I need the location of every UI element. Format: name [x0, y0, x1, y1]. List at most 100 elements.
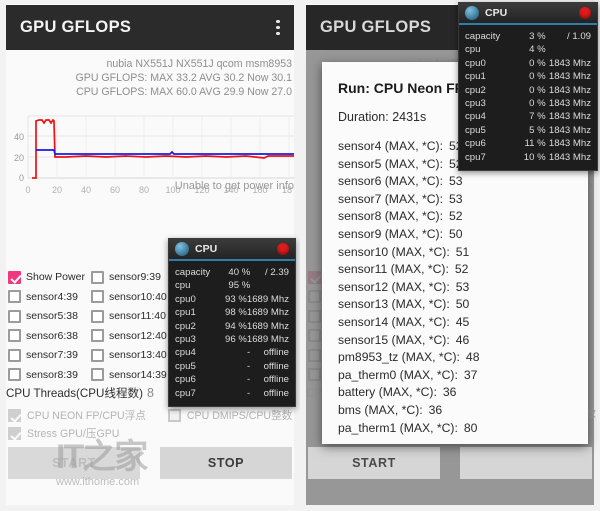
- checkbox-sensor4[interactable]: sensor4:39: [8, 288, 85, 307]
- checkbox-label: Show Power: [26, 271, 85, 284]
- ytick-40: 40: [14, 132, 24, 142]
- checkbox-box-icon[interactable]: [8, 290, 21, 304]
- sensor-result-row: sensor12 (MAX, *C): 53: [338, 279, 574, 297]
- checkbox-label: sensor13:40: [108, 349, 167, 362]
- checkbox-sensor6[interactable]: sensor6:38: [8, 327, 85, 346]
- screenshot-root: GPU GFLOPS nubia NX551J NX551J qcom msm8…: [0, 0, 600, 511]
- checkbox-box-icon[interactable]: [8, 270, 21, 284]
- checkbox-sensor9[interactable]: sensor9:39: [90, 268, 167, 287]
- cpu-monitor-icon: [175, 242, 189, 256]
- cpu-row-name: cpu3: [465, 98, 486, 110]
- cpu-row-value: -: [247, 360, 251, 372]
- start-button[interactable]: START: [308, 447, 440, 479]
- sensor-result-value: 46: [455, 332, 470, 347]
- cpu-row-freq: 1689 Mhz: [246, 320, 289, 332]
- start-button[interactable]: START: [8, 447, 140, 479]
- sensor-result-row: pm8953_tz (MAX, *C): 48: [338, 349, 574, 367]
- checkbox-box-icon[interactable]: [90, 348, 104, 362]
- cpu-row-name: capacity: [465, 31, 501, 42]
- chart-gridlines: [27, 115, 294, 179]
- checkbox-sensor8[interactable]: sensor8:39: [8, 366, 85, 385]
- xtick-20: 20: [52, 185, 62, 195]
- checkbox-box-icon[interactable]: [8, 329, 21, 343]
- cpu-row-value: 0 %: [529, 84, 546, 96]
- record-dot-icon[interactable]: [579, 7, 591, 19]
- checkbox-label: sensor12:40: [108, 329, 167, 342]
- cpu-overlay-rows: capacity 3 %/ 1.09 cpu 4 % cpu0 0 % 1843 Mhz…: [459, 25, 597, 170]
- cpu-row-value: 10 %: [523, 151, 546, 163]
- show-max-temp-button[interactable]: 显示最高温度: [460, 447, 592, 479]
- checkbox-sensor14[interactable]: sensor14:39: [90, 366, 167, 385]
- sensor-checkbox-grid: Show Power sensor4:39 sensor5:38 sensor6…: [8, 268, 188, 384]
- cpu-row: cpu3 96 % 1689 Mhz: [175, 333, 289, 346]
- checkbox-sensor11[interactable]: sensor11:40: [90, 307, 167, 326]
- sensor-result-label: sensor11 (MAX, *C):: [338, 262, 449, 277]
- checkbox-box-icon[interactable]: [90, 309, 104, 323]
- option-label: CPU NEON FP/CPU浮点: [27, 410, 146, 422]
- sensor-checkbox-column-2: sensor9:39 sensor10:40 sensor11:40 senso…: [90, 268, 167, 385]
- checkbox-sensor7[interactable]: sensor7:39: [8, 346, 85, 365]
- sensor-result-value: 52: [454, 262, 469, 277]
- option-stress-gpu[interactable]: Stress GPU/压GPU: [8, 426, 119, 441]
- checkbox-box-icon[interactable]: [90, 368, 104, 382]
- cpu-monitor-overlay-left[interactable]: CPU capacity 40 %/ 2.39 cpu 95 % cpu0 93 % 1…: [168, 238, 296, 408]
- cpu-row-value: 93 %: [224, 293, 247, 305]
- gpu-gflops-line: GPU GFLOPS: MAX 33.2 AVG 30.2 Now 30.1: [75, 72, 292, 85]
- sensor-result-label: pa_therm0 (MAX, *C):: [338, 367, 458, 382]
- checkbox-show-power[interactable]: Show Power: [8, 268, 85, 287]
- more-vertical-icon[interactable]: [276, 20, 280, 35]
- stop-button[interactable]: STOP: [160, 447, 292, 479]
- checkbox-label: sensor6:38: [26, 329, 78, 342]
- cpu-row-value: -: [247, 347, 251, 359]
- checkbox-box-icon[interactable]: [8, 368, 21, 382]
- checkbox-sensor10[interactable]: sensor10:40: [90, 288, 167, 307]
- cpu-row-freq: [546, 43, 591, 56]
- cpu-row-freq: 1689 Mhz: [246, 293, 289, 305]
- checkbox-box-icon[interactable]: [8, 409, 21, 422]
- checkbox-sensor5[interactable]: sensor5:38: [8, 307, 85, 326]
- cpu-row-name: cpu7: [175, 387, 196, 399]
- sensor-result-label: sensor12 (MAX, *C):: [338, 279, 450, 294]
- checkbox-label: sensor8:39: [26, 368, 78, 381]
- checkbox-box-icon[interactable]: [8, 309, 21, 323]
- cpu-threads-value: 8: [147, 386, 154, 400]
- option-label: Stress GPU/压GPU: [27, 428, 120, 440]
- device-info-line: nubia NX551J NX551J qcom msm8953: [106, 58, 293, 70]
- checkbox-box-icon[interactable]: [8, 348, 21, 362]
- sensor-result-value: 37: [463, 367, 478, 382]
- cpu-overlay-header: CPU: [169, 239, 295, 261]
- option-cpu-dmips[interactable]: CPU DMIPS/CPU整数: [167, 408, 292, 423]
- cpu-row-freq: 1689 Mhz: [246, 334, 289, 346]
- checkbox-sensor12[interactable]: sensor12:40: [90, 327, 167, 346]
- cpu-overlay-title: CPU: [195, 243, 218, 255]
- cpu-row-freq: 1843 Mhz: [548, 84, 591, 96]
- left-info-lines: nubia NX551J NX551J qcom msm8953 GPU GFL…: [6, 57, 292, 100]
- checkbox-box-icon[interactable]: [90, 270, 104, 284]
- cpu-row-value: 7 %: [529, 111, 546, 123]
- cpu-row-freq: 1843 Mhz: [548, 151, 591, 163]
- cpu-row: cpu6 11 % 1843 Mhz: [465, 137, 591, 150]
- checkbox-box-icon[interactable]: [90, 290, 104, 304]
- checkbox-box-icon[interactable]: [167, 409, 181, 422]
- checkbox-sensor13[interactable]: sensor13:40: [90, 346, 167, 365]
- checkbox-label: sensor7:39: [26, 349, 78, 362]
- xtick-60: 60: [110, 185, 120, 195]
- checkbox-box-icon[interactable]: [90, 329, 104, 343]
- sensor-result-value: 45: [455, 314, 470, 329]
- sensor-checkbox-column-1: Show Power sensor4:39 sensor5:38 sensor6…: [8, 268, 85, 384]
- cpu-row: capacity 3 % / 1.09: [465, 30, 591, 43]
- cpu-overlay-rows: capacity 40 %/ 2.39 cpu 95 % cpu0 93 % 1689 …: [169, 261, 295, 406]
- cpu-monitor-overlay-right[interactable]: CPU capacity 3 %/ 1.09 cpu 4 % cpu0 0 % 1843…: [458, 2, 598, 172]
- record-dot-icon[interactable]: [277, 243, 289, 255]
- checkbox-label: sensor10:40: [108, 290, 167, 303]
- checkbox-box-icon[interactable]: [8, 427, 21, 440]
- cpu-row-name: cpu0: [175, 293, 196, 305]
- cpu-row-name: cpu5: [465, 124, 486, 136]
- cpu-row: cpu 95 %: [175, 279, 289, 292]
- right-button-row: START 显示最高温度: [308, 447, 592, 479]
- sensor-result-label: sensor10 (MAX, *C):: [338, 244, 450, 259]
- cpu-row-freq: offline: [263, 374, 289, 386]
- gpu-gflops-series: [36, 149, 294, 155]
- option-cpu-neon-fp[interactable]: CPU NEON FP/CPU浮点: [8, 408, 146, 423]
- cpu-row-value: 4 %: [529, 44, 546, 56]
